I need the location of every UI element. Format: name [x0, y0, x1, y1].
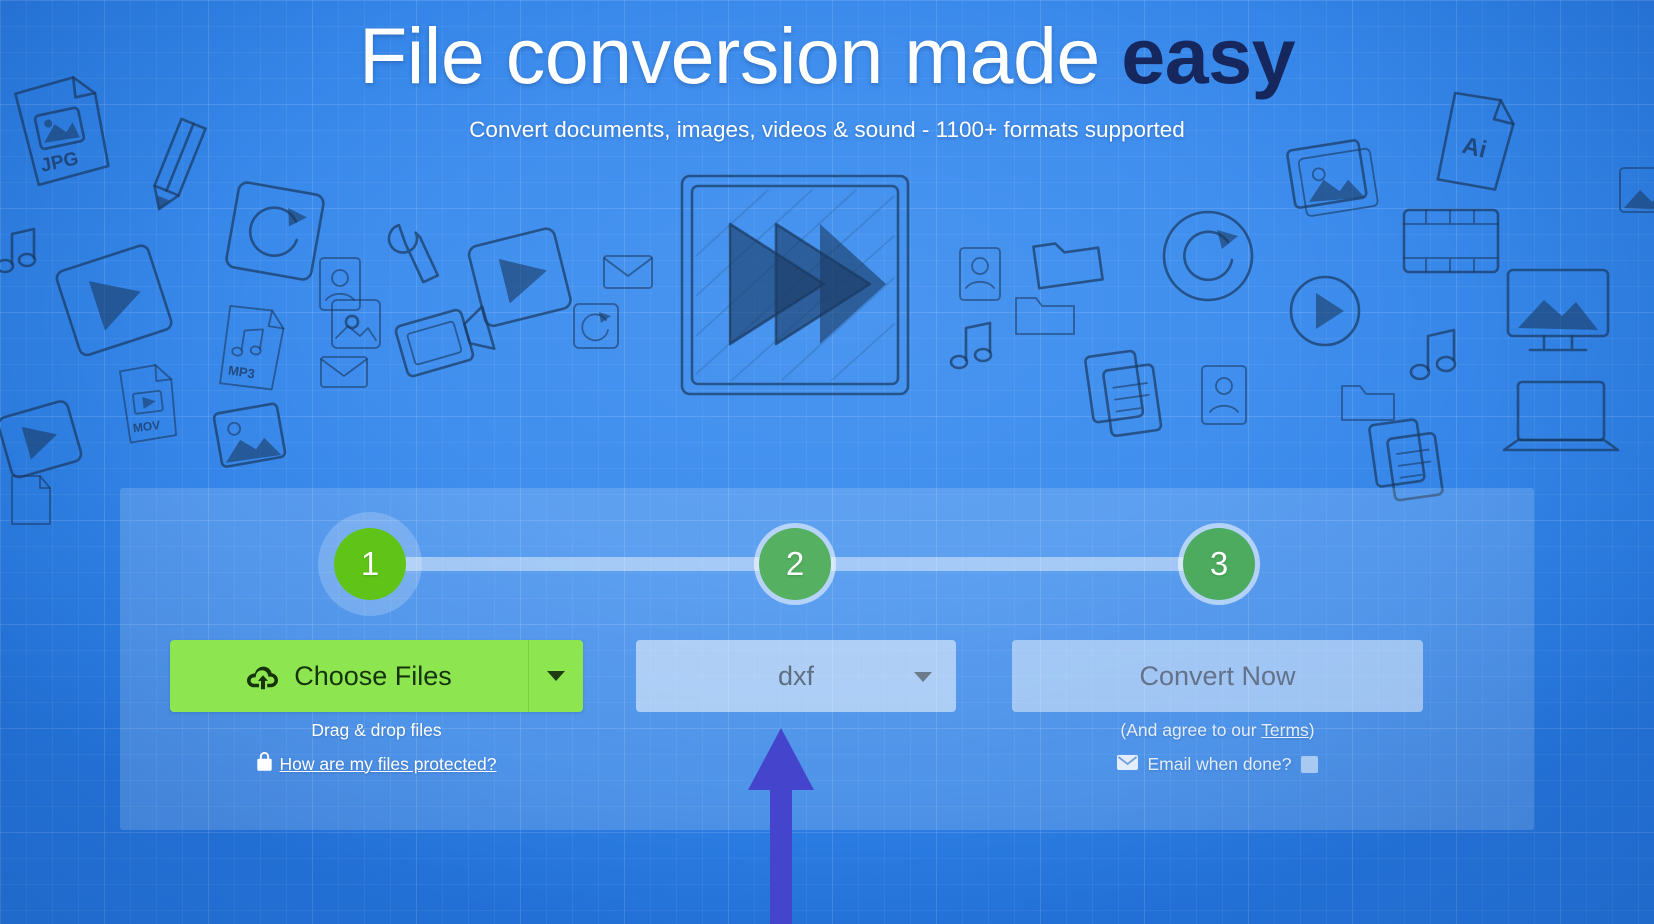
doodle-image-far-right — [1619, 167, 1654, 213]
choose-files-group: Choose Files — [170, 640, 583, 712]
choose-files-notes: Drag & drop files How are my files prote… — [170, 720, 583, 776]
doodle-envelope-2 — [320, 356, 368, 388]
step-indicator: 1 2 3 — [120, 488, 1534, 648]
chevron-down-icon — [914, 672, 932, 682]
doodle-music-note-left — [0, 227, 37, 274]
doodle-image-frame — [212, 402, 287, 468]
choose-files-dropdown-toggle[interactable] — [529, 640, 583, 712]
convert-now-label: Convert Now — [1139, 660, 1296, 691]
headline-accent: easy — [1121, 11, 1296, 100]
doodle-clipboard-stack-1 — [1084, 349, 1163, 438]
drag-drop-hint: Drag & drop files — [311, 720, 442, 740]
convert-now-button[interactable]: Convert Now — [1012, 640, 1423, 712]
converter-panel: 1 2 3 Choose Files dxf Convert Now Drag … — [120, 488, 1534, 830]
files-protected-link[interactable]: How are my files protected? — [170, 752, 583, 776]
chevron-down-icon — [547, 671, 565, 681]
doodle-monitor — [1506, 268, 1610, 352]
doodle-video-camera — [394, 305, 496, 378]
page-background: JPG MP3 MOV Ai File conversion made easy… — [0, 0, 1654, 924]
doodle-envelope-1 — [603, 255, 653, 289]
doodle-contact-card-right — [959, 247, 1001, 301]
doodle-mov-file: MOV — [119, 364, 178, 444]
doodle-mp3-file: MP3 — [219, 305, 285, 391]
converter-controls: Choose Files dxf Convert Now — [120, 640, 1534, 718]
doodle-refresh-small — [573, 303, 619, 349]
doodle-photo-stack — [1286, 139, 1379, 217]
doodle-music-note-far-right — [1409, 328, 1457, 381]
page-subtitle: Convert documents, images, videos & soun… — [469, 117, 1185, 142]
terms-agreement: (And agree to our Terms) — [1012, 720, 1423, 741]
svg-text:JPG: JPG — [39, 148, 81, 176]
doodle-doc-small — [11, 475, 51, 525]
terms-suffix: ) — [1308, 720, 1315, 740]
output-format-select[interactable]: dxf — [636, 640, 956, 712]
svg-text:MP3: MP3 — [227, 362, 256, 381]
doodle-laptop — [1502, 380, 1620, 452]
output-format-value: dxf — [777, 660, 815, 691]
doodle-fast-forward-main — [680, 174, 910, 396]
doodle-music-note-right — [949, 321, 993, 370]
files-protected-label: How are my files protected? — [279, 753, 497, 774]
doodle-refresh-square — [225, 181, 325, 281]
doodle-play-circle — [1289, 275, 1361, 347]
hero-header: File conversion made easy Convert docume… — [0, 0, 1654, 143]
lock-icon — [256, 752, 272, 776]
convert-notes: (And agree to our Terms) Email when done… — [1012, 720, 1423, 775]
doodle-film-strip — [1402, 208, 1500, 274]
terms-link[interactable]: Terms — [1261, 720, 1309, 740]
doodle-refresh-circle — [1162, 210, 1254, 302]
doodle-image-small — [331, 299, 381, 349]
step-circle-1[interactable]: 1 — [334, 528, 406, 600]
svg-text:MOV: MOV — [132, 418, 161, 435]
step-circle-3[interactable]: 3 — [1183, 528, 1255, 600]
cloud-upload-icon — [246, 663, 280, 690]
doodle-contact-card-right-2 — [1201, 365, 1247, 425]
doodle-play-diamond — [55, 244, 173, 357]
page-title: File conversion made easy — [0, 16, 1654, 95]
email-when-done-label: Email when done? — [1147, 754, 1292, 774]
email-when-done-checkbox[interactable] — [1301, 756, 1319, 773]
email-when-done-row: Email when done? — [1012, 754, 1423, 775]
doodle-contact-card — [319, 257, 361, 311]
doodle-play-rounded-left — [0, 400, 83, 479]
doodle-folder-3 — [1341, 385, 1395, 421]
doodle-wrench — [387, 223, 440, 284]
step-track-2-3 — [796, 557, 1208, 571]
doodle-folder-1 — [1015, 297, 1075, 335]
envelope-icon — [1116, 754, 1138, 775]
doodle-play-square — [467, 227, 572, 328]
choose-files-label: Choose Files — [294, 660, 452, 691]
terms-prefix: (And agree to our — [1120, 720, 1262, 740]
doodle-folder-2 — [1032, 242, 1104, 290]
step-circle-2[interactable]: 2 — [759, 528, 831, 600]
headline-main: File conversion made — [358, 11, 1122, 100]
step-track-1-2 — [372, 557, 782, 571]
choose-files-button[interactable]: Choose Files — [170, 640, 529, 712]
